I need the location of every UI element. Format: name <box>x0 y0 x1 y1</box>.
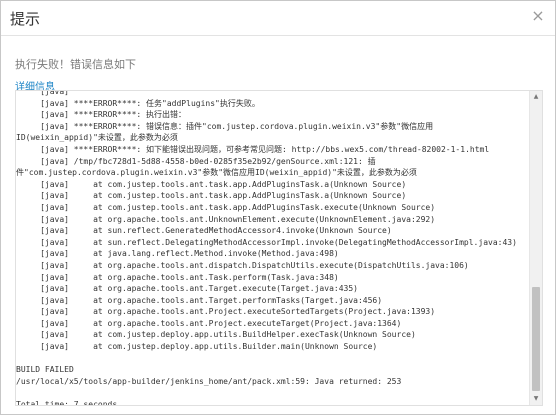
log-line: BUILD FAILED <box>16 365 74 375</box>
log-line: [java] at org.apache.tools.ant.Task.perf… <box>16 272 339 282</box>
log-line: [java] at com.justep.tools.ant.task.app.… <box>16 191 407 201</box>
log-line: [java] at org.apache.tools.ant.Project.e… <box>16 307 436 317</box>
log-line: ID(weixin_appid)"未设置，此参数为必须 <box>16 133 178 143</box>
log-line: [java] ****ERROR****: 如下能错误出现问题，可参考常见问题:… <box>16 144 490 154</box>
vertical-scrollbar[interactable]: ▲ ▼ <box>529 91 542 405</box>
log-panel[interactable]: [java] [java] ****ERROR****: 任务"addPlugi… <box>15 90 543 406</box>
dialog-title: 提示 <box>10 10 41 28</box>
log-line: /usr/local/x5/tools/app-builder/jenkins_… <box>16 376 402 386</box>
log-line: [java] at org.apache.tools.ant.Target.pe… <box>16 295 383 305</box>
log-text: [java] [java] ****ERROR****: 任务"addPlugi… <box>16 90 528 406</box>
log-line: [java] at org.apache.tools.ant.UnknownEl… <box>16 214 436 224</box>
log-line: [java] /tmp/fbc728d1-5d88-4558-b0ed-0285… <box>16 156 376 166</box>
log-line: 件"com.justep.cordova.plugin.weixin.v3"参数… <box>16 168 417 178</box>
log-line: [java] ****ERROR****: 错误信息：插件"com.justep… <box>16 121 434 131</box>
log-line: [java] at sun.reflect.DelegatingMethodAc… <box>16 237 517 247</box>
log-line: [java] ****ERROR****: 执行出错： <box>16 110 187 120</box>
log-line: [java] at com.justep.deploy.app.utils.Bu… <box>16 342 378 352</box>
log-line: [java] at java.lang.reflect.Method.invok… <box>16 249 339 259</box>
log-line: Total time: 7 seconds <box>16 400 118 406</box>
log-line: [java] ****ERROR****: 任务"addPlugins"执行失败… <box>16 98 260 108</box>
log-line: [java] at com.justep.deploy.app.utils.Bu… <box>16 330 416 340</box>
scroll-up-arrow-icon[interactable]: ▲ <box>530 91 542 103</box>
log-line: [java] at sun.reflect.GeneratedMethodAcc… <box>16 226 392 236</box>
log-line: [java] at org.apache.tools.ant.Target.ex… <box>16 284 358 294</box>
log-line: [java] at org.apache.tools.ant.Project.e… <box>16 318 402 328</box>
log-line: [java] at org.apache.tools.ant.dispatch.… <box>16 260 469 270</box>
scroll-down-arrow-icon[interactable]: ▼ <box>530 393 542 405</box>
dialog-title-bar: 提示 × <box>1 1 555 36</box>
close-icon[interactable]: × <box>531 8 545 24</box>
error-dialog: 提示 × 执行失败！错误信息如下 详细信息 [java] [java] ****… <box>0 0 556 415</box>
log-line: [java] at com.justep.tools.ant.task.app.… <box>16 202 436 212</box>
log-line: [java] <box>16 90 262 96</box>
scroll-thumb[interactable] <box>532 287 540 391</box>
error-message: 执行失败！错误信息如下 <box>15 58 136 71</box>
log-line: [java] at com.justep.tools.ant.task.app.… <box>16 179 407 189</box>
